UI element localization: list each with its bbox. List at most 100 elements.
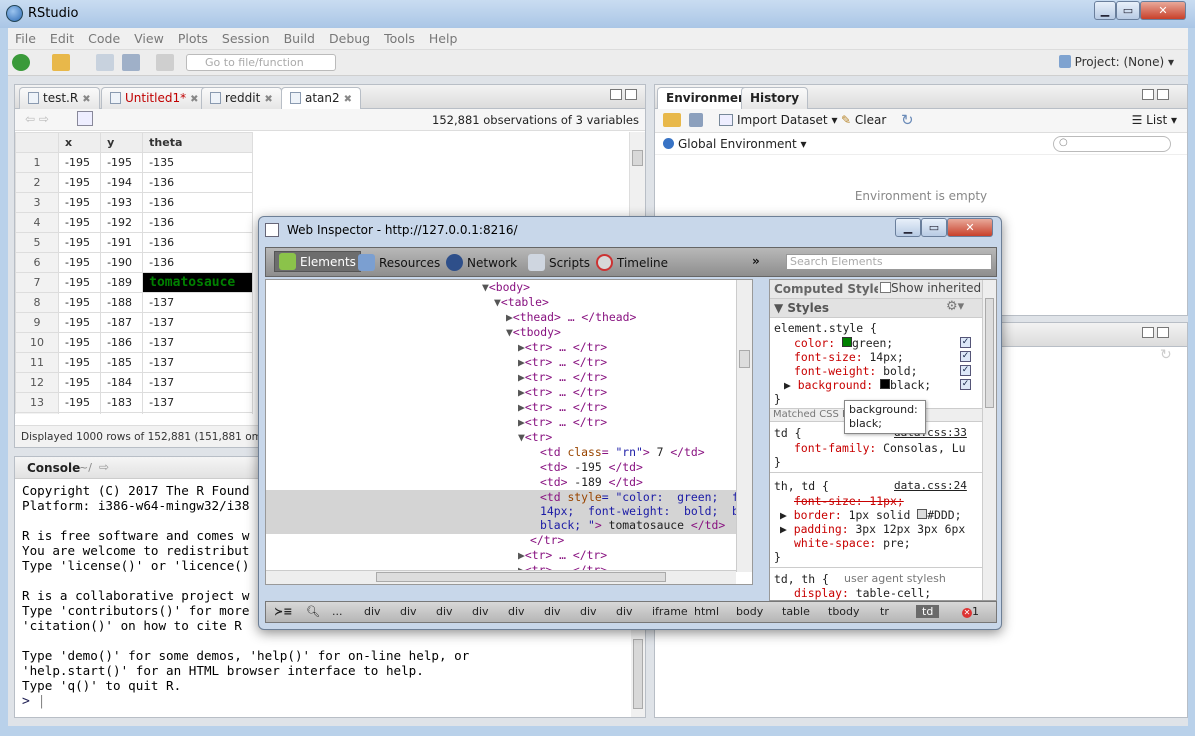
- breadcrumb-item[interactable]: div: [580, 605, 597, 618]
- table-row[interactable]: 10 -195 -186 -137: [15, 332, 253, 353]
- menu-build[interactable]: Build: [277, 28, 322, 50]
- prop-enabled-checkbox[interactable]: ✓: [960, 379, 971, 390]
- error-count[interactable]: ✕ 1: [962, 605, 979, 618]
- back-forward-icon[interactable]: ⇦ ⇨: [25, 112, 49, 126]
- prop-display[interactable]: display: table-cell;: [794, 586, 931, 600]
- table-row[interactable]: 8 -195 -188 -137: [15, 292, 253, 313]
- pane-minmax[interactable]: [1139, 327, 1169, 341]
- breadcrumb-item[interactable]: tbody: [828, 605, 860, 618]
- project-menu[interactable]: Project: (None) ▾: [1058, 55, 1174, 69]
- tab-history[interactable]: History: [741, 87, 809, 109]
- breadcrumb-item[interactable]: div: [544, 605, 561, 618]
- goto-dir-icon[interactable]: ⇨: [99, 460, 109, 474]
- dom-body[interactable]: ▼<body>: [482, 280, 530, 295]
- show-inherited-toggle[interactable]: Show inherited: [878, 281, 982, 295]
- console-prompt[interactable]: > |: [22, 694, 45, 709]
- prop-enabled-checkbox[interactable]: ✓: [960, 351, 971, 362]
- col-header-theta[interactable]: theta: [142, 132, 253, 153]
- tab-reddit[interactable]: reddit ✖: [201, 87, 282, 109]
- dom-tr[interactable]: ▶<tr> … </tr>: [518, 385, 607, 400]
- table-row[interactable]: 2 -195 -194 -136: [15, 172, 253, 193]
- breadcrumb-item[interactable]: td: [916, 605, 940, 618]
- breadcrumb-item[interactable]: div: [472, 605, 489, 618]
- menu-session[interactable]: Session: [215, 28, 277, 50]
- prop-font-size-overridden[interactable]: font-size: 11px;: [794, 494, 904, 508]
- menu-code[interactable]: Code: [81, 28, 127, 50]
- prop-color[interactable]: color: green;: [794, 336, 893, 350]
- prop-font-weight[interactable]: font-weight: bold;: [794, 364, 917, 378]
- menu-edit[interactable]: Edit: [43, 28, 81, 50]
- table-row[interactable]: 6 -195 -190 -136: [15, 252, 253, 273]
- inspector-minimize-button[interactable]: ▁: [895, 218, 921, 237]
- goto-file-input[interactable]: Go to file/function: [186, 54, 336, 71]
- table-row[interactable]: 4 -195 -192 -136: [15, 212, 253, 233]
- computed-style-header[interactable]: Computed Style Show inherited: [770, 280, 982, 299]
- prop-background[interactable]: ▶ background: black;: [784, 378, 931, 392]
- save-workspace-icon[interactable]: [689, 113, 703, 127]
- inspector-maximize-button[interactable]: ▭: [921, 218, 947, 237]
- prop-font-family[interactable]: font-family: Consolas, Lu: [794, 441, 965, 455]
- styles-header[interactable]: ▼ Styles ⚙▾: [770, 299, 982, 318]
- tool-elements[interactable]: Elements: [274, 251, 361, 272]
- save-icon[interactable]: [96, 54, 114, 71]
- dom-thead[interactable]: ▶<thead> … </thead>: [506, 310, 636, 325]
- breadcrumb-item[interactable]: html: [694, 605, 719, 618]
- search-elements-input[interactable]: Search Elements: [786, 254, 992, 270]
- maximize-button[interactable]: ▭: [1116, 1, 1140, 20]
- table-row[interactable]: 11 -195 -185 -137: [15, 352, 253, 373]
- new-file-icon[interactable]: [12, 54, 30, 71]
- console-toggle-icon[interactable]: ≻≡: [274, 605, 292, 618]
- dom-td-selected[interactable]: <td style= "color: green; font-size:: [540, 490, 752, 505]
- pane-minmax[interactable]: [607, 89, 637, 103]
- table-row[interactable]: 14-195-182-137: [15, 412, 253, 414]
- close-tab-icon[interactable]: ✖: [344, 94, 352, 105]
- breadcrumb-item[interactable]: div: [364, 605, 381, 618]
- load-workspace-icon[interactable]: [663, 113, 681, 127]
- menu-debug[interactable]: Debug: [322, 28, 377, 50]
- dom-tr[interactable]: ▶<tr> … </tr>: [518, 548, 607, 563]
- dom-vscrollbar[interactable]: [736, 280, 752, 572]
- menu-help[interactable]: Help: [422, 28, 465, 50]
- tab-atan2[interactable]: atan2 ✖: [281, 87, 362, 109]
- inspector-close-button[interactable]: ✕: [947, 218, 993, 237]
- clear-button[interactable]: ✎ Clear: [841, 113, 886, 127]
- env-search-input[interactable]: ○: [1053, 136, 1171, 152]
- prop-border[interactable]: ▶ border: 1px solid #DDD;: [780, 508, 961, 522]
- menu-tools[interactable]: Tools: [377, 28, 422, 50]
- tab-test-r[interactable]: test.R ✖: [19, 87, 100, 109]
- list-view-button[interactable]: ☰ List ▾: [1132, 113, 1177, 127]
- styles-scrollbar[interactable]: [982, 280, 996, 600]
- breadcrumb-item[interactable]: div: [436, 605, 453, 618]
- breadcrumb-item[interactable]: div: [616, 605, 633, 618]
- col-header-x[interactable]: x: [57, 132, 102, 153]
- tool-resources[interactable]: Resources: [358, 254, 440, 271]
- breadcrumb-item[interactable]: body: [736, 605, 763, 618]
- dom-tr[interactable]: ▶<tr> … </tr>: [518, 355, 607, 370]
- breadcrumb-item[interactable]: iframe: [652, 605, 688, 618]
- more-tools-button[interactable]: »: [752, 254, 760, 268]
- minimize-button[interactable]: ▁: [1094, 1, 1116, 20]
- close-tab-icon[interactable]: ✖: [264, 94, 272, 105]
- table-row[interactable]: 12 -195 -184 -137: [15, 372, 253, 393]
- close-button[interactable]: ✕: [1140, 1, 1186, 20]
- table-row[interactable]: 13 -195 -183 -137: [15, 392, 253, 413]
- dom-td-rn[interactable]: <td class= "rn"> 7 </td>: [540, 445, 705, 460]
- rule-th-td-source-link[interactable]: data.css:24: [894, 479, 967, 493]
- breadcrumb-item[interactable]: ...: [332, 605, 343, 618]
- table-row[interactable]: 9 -195 -187 -137: [15, 312, 253, 333]
- popout-icon[interactable]: [77, 111, 93, 126]
- prop-padding[interactable]: ▶ padding: 3px 12px 3px 6px: [780, 522, 965, 536]
- tab-untitled1[interactable]: Untitled1* ✖: [101, 87, 208, 109]
- tool-timeline[interactable]: Timeline: [596, 254, 668, 271]
- dom-tr[interactable]: ▶<tr> … </tr>: [518, 340, 607, 355]
- tool-scripts[interactable]: Scripts: [528, 254, 590, 271]
- dom-td-x[interactable]: <td> -195 </td>: [540, 460, 643, 475]
- dom-tr-open[interactable]: ▼<tr>: [518, 430, 552, 445]
- prop-font-size[interactable]: font-size: 14px;: [794, 350, 904, 364]
- prop-enabled-checkbox[interactable]: ✓: [960, 337, 971, 348]
- table-row[interactable]: 3 -195 -193 -136: [15, 192, 253, 213]
- table-row[interactable]: 5 -195 -191 -136: [15, 232, 253, 253]
- dom-tr[interactable]: ▶<tr> … </tr>: [518, 400, 607, 415]
- search-icon[interactable]: 🔍︎: [306, 605, 320, 618]
- breadcrumb-item[interactable]: div: [400, 605, 417, 618]
